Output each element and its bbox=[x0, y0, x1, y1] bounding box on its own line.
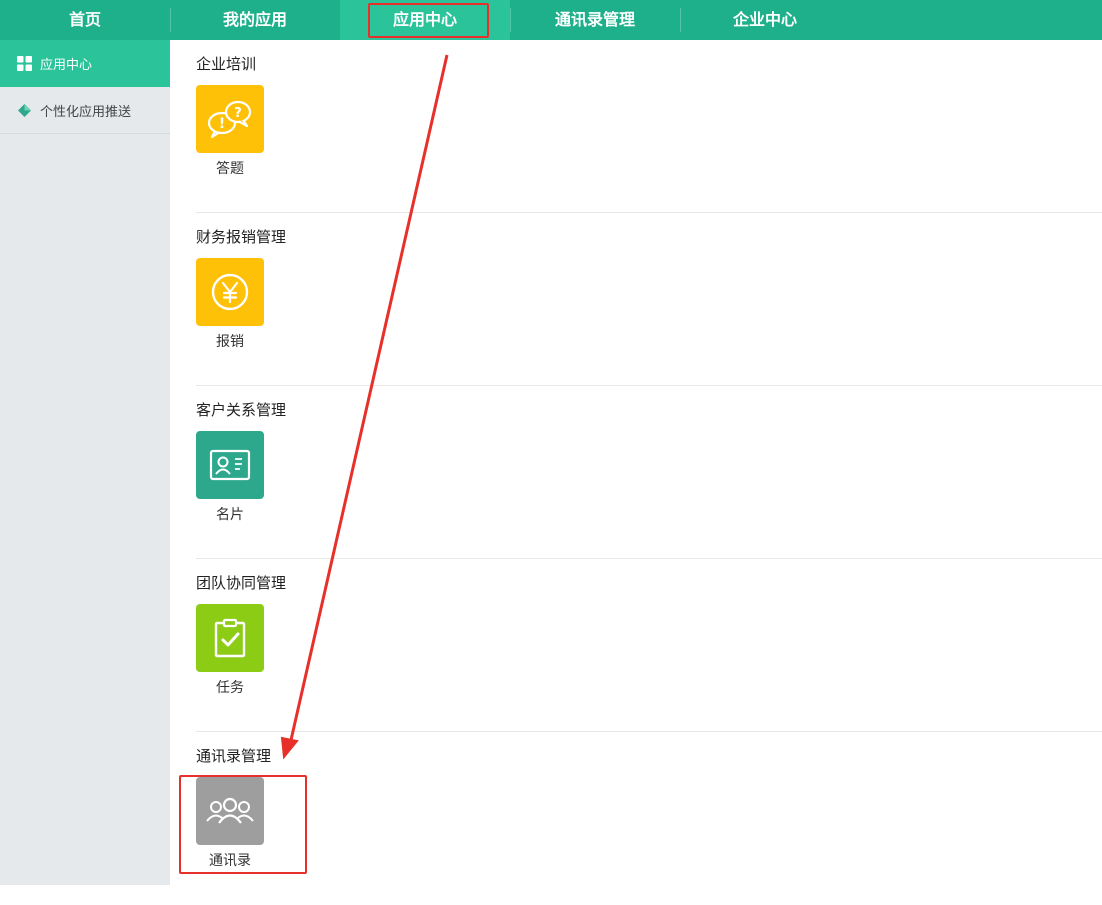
section-title: 团队协同管理 bbox=[196, 574, 287, 592]
grid-icon bbox=[17, 56, 32, 71]
section-finance-reimbursement: 财务报销管理 报销 bbox=[196, 213, 1102, 386]
diamond-icon bbox=[17, 103, 32, 118]
sidebar-item-personalized-push[interactable]: 个性化应用推送 bbox=[0, 87, 170, 134]
section-title: 通讯录管理 bbox=[196, 747, 272, 765]
section-title: 企业培训 bbox=[196, 55, 257, 73]
nav-item-enterprise-center[interactable]: 企业中心 bbox=[680, 0, 850, 40]
speech-bubbles-icon: ! ? bbox=[207, 100, 252, 139]
app-contacts[interactable]: 通讯录 bbox=[196, 777, 264, 870]
app-tile[interactable] bbox=[196, 258, 264, 326]
business-card-icon bbox=[209, 449, 251, 481]
app-tile[interactable] bbox=[196, 431, 264, 499]
section-crm: 客户关系管理 名片 bbox=[196, 386, 1102, 559]
sidebar-item-app-center[interactable]: 应用中心 bbox=[0, 40, 170, 87]
people-icon bbox=[206, 797, 254, 824]
section-team-collaboration: 团队协同管理 任务 bbox=[196, 559, 1102, 732]
app-label: 名片 bbox=[216, 507, 244, 523]
nav-item-app-center[interactable]: 应用中心 bbox=[340, 0, 510, 40]
section-title: 客户关系管理 bbox=[196, 401, 287, 419]
section-title: 财务报销管理 bbox=[196, 228, 287, 246]
app-label: 通讯录 bbox=[209, 853, 251, 869]
nav-item-contacts-management[interactable]: 通讯录管理 bbox=[510, 0, 680, 40]
app-tile[interactable] bbox=[196, 604, 264, 672]
nav-item-my-apps[interactable]: 我的应用 bbox=[170, 0, 340, 40]
app-label: 答题 bbox=[216, 161, 244, 177]
yen-icon bbox=[211, 273, 249, 311]
section-contacts-management: 通讯录管理 通讯录 bbox=[196, 732, 1102, 905]
app-center-content: 企业培训 ! ? 答题 财务报销管理 报销 客户关系管理 名片 团队协同管理 任… bbox=[170, 40, 1102, 885]
app-tile[interactable]: ! ? bbox=[196, 85, 264, 153]
sidebar: 应用中心 个性化应用推送 bbox=[0, 40, 170, 885]
app-reimbursement[interactable]: 报销 bbox=[196, 258, 264, 351]
app-label: 任务 bbox=[216, 680, 244, 696]
svg-text:?: ? bbox=[234, 106, 242, 121]
svg-text:!: ! bbox=[219, 116, 225, 132]
sidebar-item-label: 个性化应用推送 bbox=[40, 104, 132, 120]
app-business-card[interactable]: 名片 bbox=[196, 431, 264, 524]
app-task[interactable]: 任务 bbox=[196, 604, 264, 697]
nav-item-home[interactable]: 首页 bbox=[0, 0, 170, 40]
app-tile[interactable] bbox=[196, 777, 264, 845]
clipboard-check-icon bbox=[214, 618, 246, 658]
app-quiz[interactable]: ! ? 答题 bbox=[196, 85, 264, 178]
section-enterprise-training: 企业培训 ! ? 答题 bbox=[196, 40, 1102, 213]
top-navigation: 首页 我的应用 应用中心 通讯录管理 企业中心 bbox=[0, 0, 1102, 40]
app-label: 报销 bbox=[216, 334, 244, 350]
sidebar-item-label: 应用中心 bbox=[40, 58, 93, 73]
